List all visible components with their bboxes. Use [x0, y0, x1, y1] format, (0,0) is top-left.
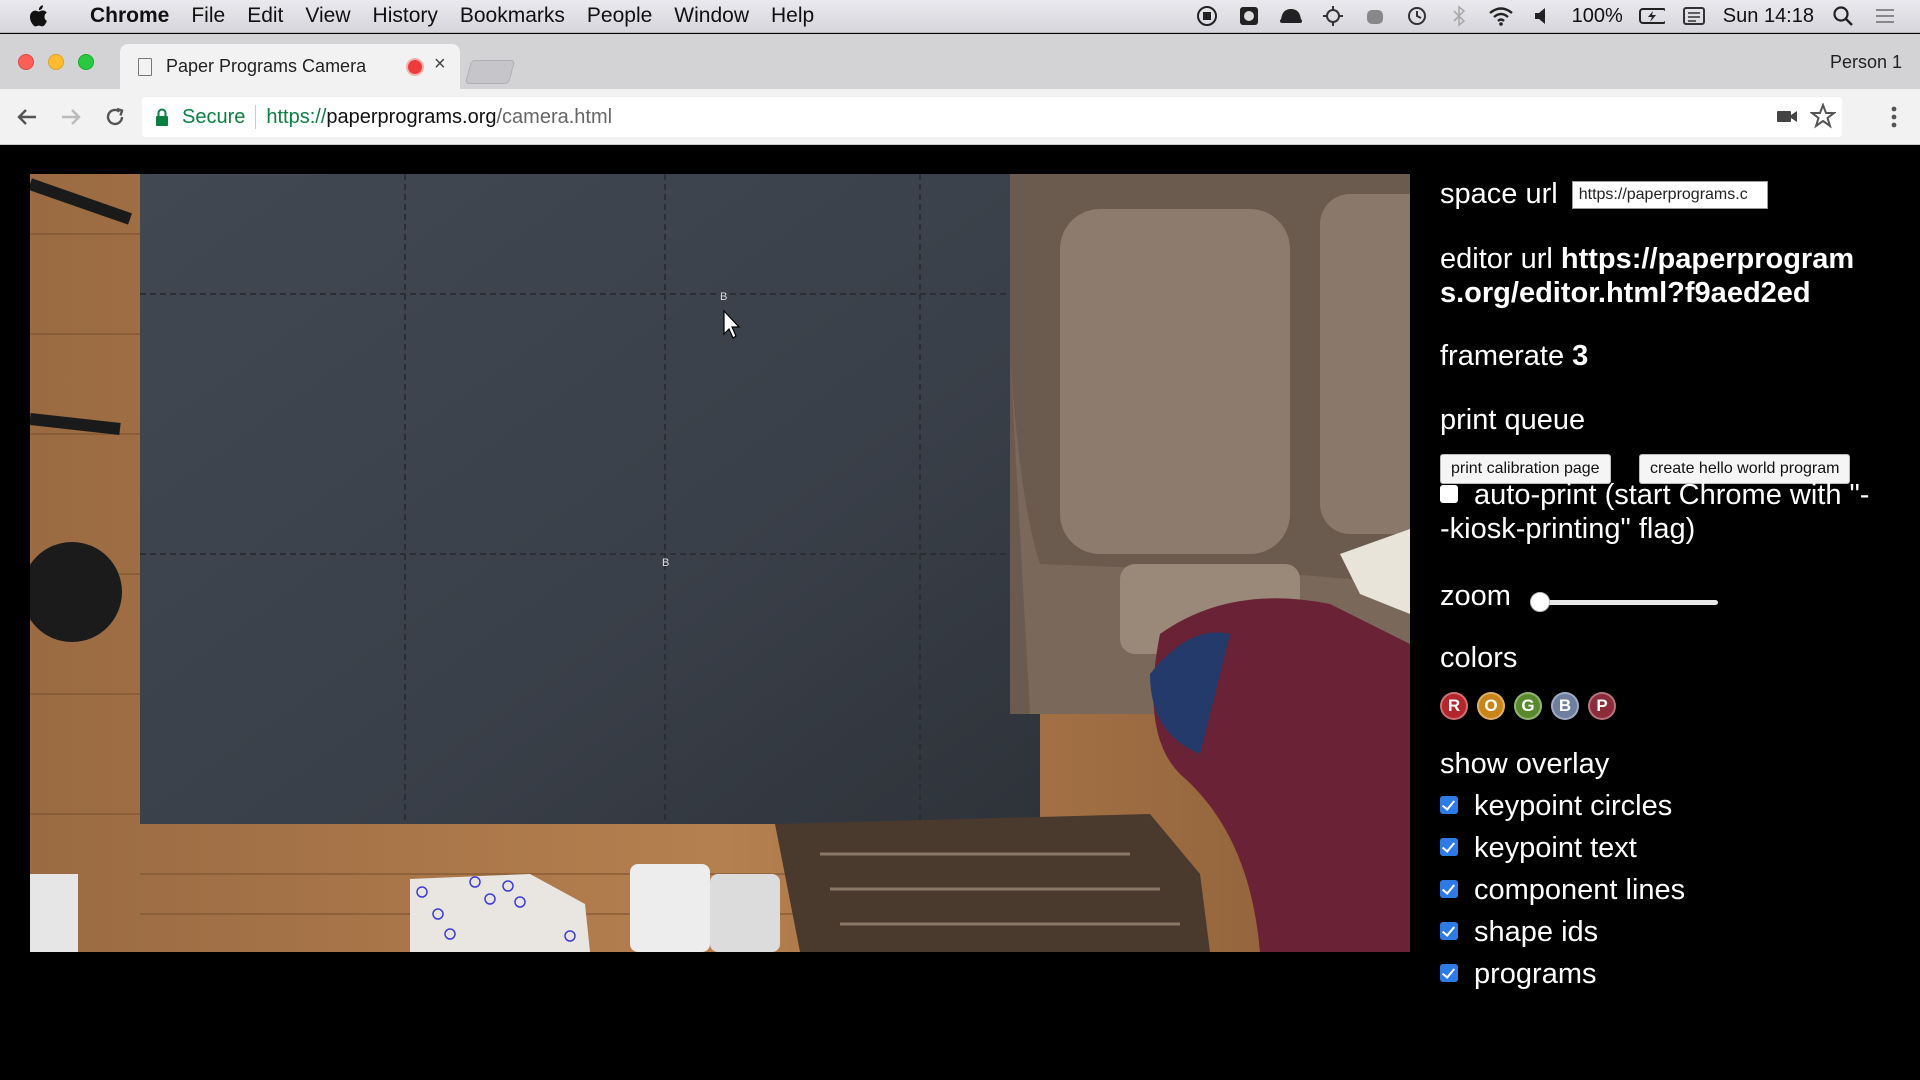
camera-image: B B	[30, 174, 1410, 952]
auto-print-label-continued: -kiosk-printing" flag)	[1440, 513, 1696, 545]
overlay-option-keypoint-text: keypoint text	[1440, 832, 1637, 865]
print-queue-heading: print queue	[1440, 404, 1586, 436]
menu-view[interactable]: View	[305, 4, 350, 28]
space-url-input[interactable]	[1571, 181, 1768, 210]
color-swatch-blue[interactable]: B	[1551, 692, 1579, 720]
secure-label[interactable]: Secure	[182, 106, 245, 129]
url-path: /camera.html	[496, 105, 613, 128]
forward-arrow-icon[interactable]	[54, 100, 88, 134]
auto-print-checkbox[interactable]	[1440, 485, 1458, 504]
notification-center-icon[interactable]	[1872, 5, 1898, 27]
framerate-label: framerate	[1440, 340, 1565, 372]
helmet-icon[interactable]	[1278, 5, 1304, 27]
url-scheme: https://	[266, 105, 327, 128]
battery-percent: 100%	[1571, 4, 1623, 27]
menu-bookmarks[interactable]: Bookmarks	[460, 4, 565, 28]
zoom-row: zoom	[1440, 580, 1740, 624]
omnibox-separator	[255, 105, 257, 129]
show-overlay-heading: show overlay	[1440, 748, 1610, 780]
browser-tab-strip: Paper Programs Camera × Person 1	[0, 34, 1920, 89]
camera-feed[interactable]: B B	[30, 174, 1410, 952]
volume-icon[interactable]	[1530, 5, 1556, 27]
overlay-option-programs: programs	[1440, 958, 1597, 991]
gamepad-icon[interactable]	[1362, 5, 1388, 27]
color-swatch-orange[interactable]: O	[1477, 692, 1505, 720]
menu-app-name[interactable]: Chrome	[90, 4, 169, 28]
zoom-label: zoom	[1440, 580, 1511, 612]
editor-url-label: editor url	[1440, 243, 1553, 275]
window-close-button[interactable]	[18, 54, 34, 70]
overlay-option-label: shape ids	[1474, 916, 1599, 948]
screen-record-icon[interactable]	[1194, 5, 1220, 27]
spotlight-search-icon[interactable]	[1830, 5, 1856, 27]
profile-button[interactable]: Person 1	[1830, 52, 1902, 73]
menu-edit[interactable]: Edit	[247, 4, 283, 28]
camera-in-use-icon[interactable]	[1776, 105, 1798, 133]
keypoint-text-checkbox[interactable]	[1440, 838, 1458, 857]
auto-print-label: auto-print (start Chrome with "-	[1474, 479, 1870, 511]
keypoint-circles-checkbox[interactable]	[1440, 796, 1458, 815]
overlay-option-shape-ids: shape ids	[1440, 916, 1598, 949]
new-tab-button[interactable]	[464, 60, 516, 84]
color-swatches: R O G B P	[1440, 692, 1640, 722]
window-zoom-button[interactable]	[78, 54, 94, 70]
colors-heading: colors	[1440, 642, 1518, 674]
menu-window[interactable]: Window	[674, 4, 749, 28]
page-icon	[138, 57, 152, 76]
overlay-option-label: keypoint text	[1474, 832, 1637, 864]
overlay-option-label: component lines	[1474, 874, 1686, 906]
menu-history[interactable]: History	[373, 4, 438, 28]
space-url-row: space url	[1440, 178, 1768, 211]
reload-icon[interactable]	[98, 100, 132, 134]
color-swatch-red[interactable]: R	[1440, 692, 1468, 720]
chrome-menu-icon[interactable]	[1890, 105, 1898, 134]
tab-paper-programs-camera[interactable]: Paper Programs Camera ×	[120, 44, 460, 89]
recording-indicator-icon	[406, 58, 424, 76]
shape-ids-checkbox[interactable]	[1440, 922, 1458, 941]
overlay-option-component-lines: component lines	[1440, 874, 1685, 907]
macos-menubar: Chrome File Edit View History Bookmarks …	[0, 0, 1920, 33]
tab-title: Paper Programs Camera	[166, 56, 367, 76]
color-swatch-purple[interactable]: P	[1588, 692, 1616, 720]
editor-url-link-continued[interactable]: s.org/editor.html?f9aed2ed	[1440, 277, 1811, 309]
auto-print-row: auto-print (start Chrome with "- -kiosk-…	[1440, 478, 1869, 546]
keyboard-input-icon[interactable]	[1681, 5, 1707, 27]
component-lines-checkbox[interactable]	[1440, 880, 1458, 899]
space-url-label: space url	[1440, 178, 1558, 210]
overlay-option-label: keypoint circles	[1474, 790, 1673, 822]
crosshair-icon[interactable]	[1320, 5, 1346, 27]
tab-close-icon[interactable]: ×	[434, 53, 446, 76]
back-arrow-icon[interactable]	[10, 100, 44, 134]
menu-help[interactable]: Help	[771, 4, 814, 28]
wifi-icon[interactable]	[1488, 5, 1514, 27]
menu-file[interactable]: File	[191, 4, 225, 28]
lock-icon[interactable]	[152, 107, 172, 127]
framerate-row: framerate 3	[1440, 340, 1588, 373]
battery-icon[interactable]	[1638, 5, 1665, 27]
framerate-value: 3	[1572, 340, 1589, 372]
marker-label: B	[662, 557, 669, 569]
menubar-clock[interactable]: Sun 14:18	[1723, 5, 1814, 28]
apple-menu-icon[interactable]	[28, 4, 68, 28]
color-swatch-green[interactable]: G	[1514, 692, 1542, 720]
bluetooth-icon[interactable]	[1446, 5, 1472, 27]
camera-app-icon[interactable]	[1236, 5, 1262, 27]
menu-people[interactable]: People	[587, 4, 652, 28]
time-machine-icon[interactable]	[1404, 5, 1430, 27]
zoom-slider-track[interactable]	[1536, 600, 1718, 605]
browser-toolbar: Secure https:// paperprograms.org /camer…	[0, 89, 1920, 145]
bookmark-star-icon[interactable]	[1809, 102, 1837, 135]
programs-checkbox[interactable]	[1440, 964, 1458, 983]
overlay-option-keypoint-circles: keypoint circles	[1440, 790, 1672, 823]
url-host: paperprograms.org	[326, 105, 497, 128]
window-minimize-button[interactable]	[48, 54, 64, 70]
marker-label: B	[720, 291, 727, 303]
address-bar[interactable]: Secure https:// paperprograms.org /camer…	[142, 97, 1842, 137]
editor-url-row: editor url https://paperprogram s.org/ed…	[1440, 242, 1854, 310]
editor-url-link[interactable]: https://paperprogram	[1561, 243, 1854, 275]
overlay-option-label: programs	[1474, 958, 1597, 990]
zoom-slider-thumb[interactable]	[1530, 592, 1550, 612]
